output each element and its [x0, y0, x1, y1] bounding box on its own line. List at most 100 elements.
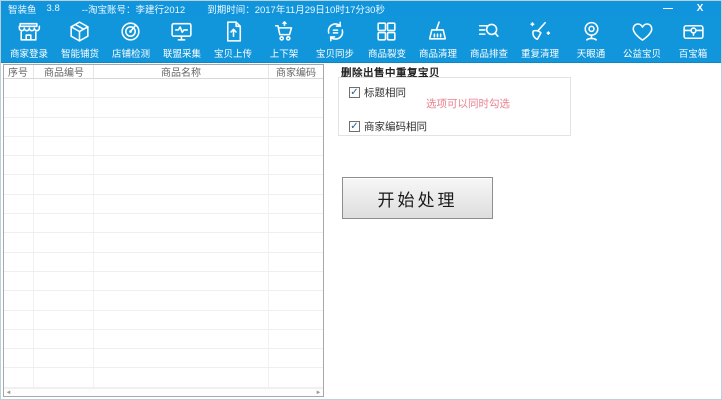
toolbar-item-label: 宝贝同步 [316, 49, 355, 60]
toolbar-item-label: 重复清理 [520, 49, 559, 60]
table-cell [34, 233, 94, 252]
table-cell [269, 156, 323, 174]
table-body [4, 79, 323, 388]
table-cell [34, 79, 94, 98]
toolbar-item-radar[interactable]: 店铺检测 [105, 16, 156, 62]
table-cell [34, 349, 94, 368]
checkbox-label: 标题相同 [364, 87, 406, 99]
table-cell [269, 214, 323, 232]
table-cell [4, 79, 34, 98]
toolbar-item-label: 商家登录 [9, 49, 48, 60]
toolbar-item-monitor-wave[interactable]: 联盟采集 [156, 16, 207, 62]
table-cell [94, 271, 269, 291]
toolbar-item-sync[interactable]: 宝贝同步 [310, 16, 361, 62]
expiry-label: 到期时间：2017年11月29日10时17分30秒 [207, 4, 385, 16]
table-cell [4, 136, 34, 156]
dedupe-options-groupbox: 选项可以同时勾选 ✓ 标题相同 ✓ 商家编码相同 [338, 77, 571, 136]
table-cell [4, 329, 34, 349]
toolbar-item-label: 联盟采集 [162, 49, 201, 60]
toolbar-item-heart[interactable]: 公益宝贝 [617, 16, 668, 62]
version-label: 3.8 [46, 3, 60, 14]
table-cell [34, 329, 94, 349]
table-cell [4, 252, 34, 271]
table-cell [4, 310, 34, 329]
close-button[interactable]: X [686, 1, 714, 16]
table-cell [269, 349, 323, 367]
scroll-left-arrow[interactable]: ◄ [4, 389, 13, 397]
package-icon [67, 19, 92, 44]
table-cell [4, 271, 34, 291]
table-cell [94, 329, 269, 349]
radar-icon [118, 19, 143, 44]
header-cell-3: 商家编码 [276, 68, 316, 78]
toolbar-item-label: 商品裂变 [367, 49, 406, 60]
toolbar-item-broom-sparkle[interactable]: 重复清理 [514, 16, 565, 62]
checkbox-icon[interactable]: ✓ [349, 87, 360, 98]
scroll-right-arrow[interactable]: ► [314, 389, 323, 397]
sync-icon [323, 19, 348, 44]
toolbar-item-search-list[interactable]: 商品排查 [463, 16, 514, 62]
table-row [4, 194, 323, 215]
table-row [4, 79, 323, 99]
table-cell [94, 310, 269, 329]
toolbar-item-label: 天眼通 [576, 49, 606, 60]
minimize-button[interactable]: — [654, 1, 682, 16]
toolbar-item-grid[interactable]: 商品裂变 [361, 16, 412, 62]
toolbar-item-label: 智能铺货 [60, 49, 99, 60]
table-cell [269, 175, 323, 193]
table-cell [4, 233, 34, 252]
table-row [4, 349, 323, 369]
account-label: --淘宝账号：李建行2012 [81, 4, 186, 16]
monitor-wave-icon [169, 19, 194, 44]
broom-sparkle-icon [527, 19, 552, 44]
table-cell [94, 98, 269, 117]
table-row [4, 175, 323, 195]
table-cell [34, 368, 94, 387]
table-cell [269, 137, 323, 155]
table-row [4, 98, 323, 118]
table-cell [94, 175, 269, 194]
grid-icon [374, 19, 399, 44]
checkbox-row-0[interactable]: ✓ 标题相同 [349, 85, 406, 100]
table-cell [34, 252, 94, 271]
checkbox-icon[interactable]: ✓ [349, 121, 360, 132]
table-cell [4, 117, 34, 136]
upload-doc-icon [221, 19, 246, 44]
table-cell [269, 272, 323, 290]
table-row [4, 117, 323, 137]
table-cell [269, 291, 323, 309]
toolbar-item-webcam[interactable]: 天眼通 [566, 16, 617, 62]
table-cell [269, 253, 323, 271]
table-row [4, 252, 323, 272]
table-cell [94, 349, 269, 368]
toolbar-item-package[interactable]: 智能铺货 [54, 16, 105, 62]
table-cell [4, 368, 34, 387]
cart-icon [272, 19, 297, 44]
titlebar: 智装鱼 3.8 --淘宝账号：李建行2012 到期时间：2017年11月29日1… [1, 1, 721, 16]
horizontal-scrollbar[interactable]: ◄ ► [4, 388, 323, 396]
toolbar-item-storefront[interactable]: 商家登录 [3, 16, 54, 62]
table-cell [4, 214, 34, 233]
table-cell [34, 271, 94, 291]
toolbar-item-upload-doc[interactable]: 宝贝上传 [208, 16, 259, 62]
table-row [4, 271, 323, 292]
toolbar-item-broom[interactable]: 商品清理 [412, 16, 463, 62]
toolbar-item-label: 上下架 [270, 49, 299, 60]
table-cell [94, 368, 269, 387]
table-cell [4, 156, 34, 175]
table-cell [94, 214, 269, 233]
broom-icon [425, 19, 450, 44]
start-button[interactable]: 开始处理 [342, 177, 493, 219]
header-cell-2: 商品名称 [94, 65, 269, 78]
checkbox-row-1[interactable]: ✓ 商家编码相同 [349, 119, 427, 134]
table-cell [94, 136, 269, 156]
table-row [4, 310, 323, 330]
window-controls: — X [654, 1, 714, 16]
toolbar-item-cart[interactable]: 上下架 [259, 16, 310, 62]
toolbar-item-treasure-box[interactable]: 百宝箱 [668, 16, 719, 62]
treasure-box-icon [681, 19, 706, 44]
table-cell [94, 233, 269, 252]
heart-icon [630, 19, 655, 44]
table-row [4, 368, 323, 388]
toolbar-item-label: 宝贝上传 [214, 49, 253, 60]
